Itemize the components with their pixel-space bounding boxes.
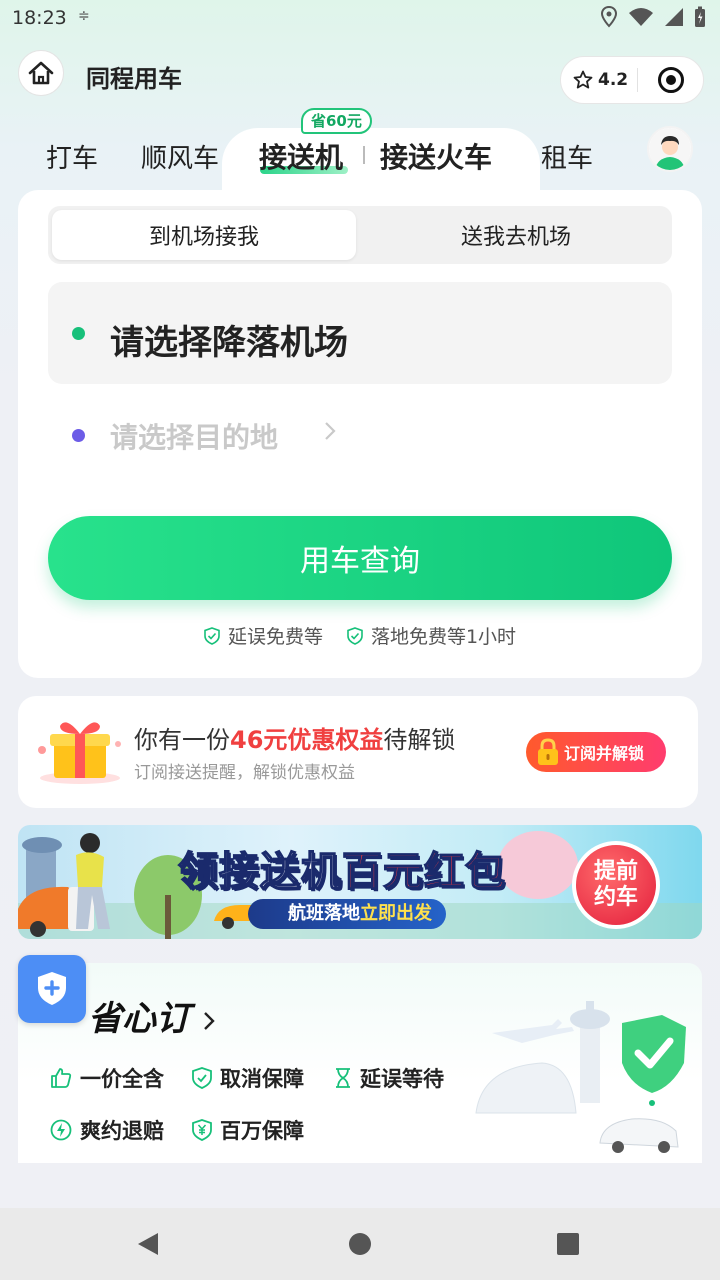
shield-yen-icon — [192, 1119, 212, 1141]
feature-item: 百万保障 — [192, 1115, 304, 1145]
worry-free-booking-card: 省心订 一价全含 取消保障 延误等待 爽约退赔 百万保障 — [18, 963, 702, 1163]
status-bar: 18:23 ≑ — [0, 0, 720, 36]
banner-strip-part1: 航班落地 — [288, 903, 360, 924]
wifi-icon — [629, 8, 653, 26]
rating-value: 4.2 — [598, 70, 629, 90]
airport-booking-card: 到机场接我 送我去机场 请选择降落机场 请选择目的地 用车查询 延误免费等 落地… — [18, 190, 702, 678]
target-icon — [657, 67, 684, 93]
perk-item: 延误免费等 — [204, 622, 323, 649]
status-time: 18:23 — [12, 7, 67, 29]
feature-label: 取消保障 — [220, 1067, 304, 1091]
shield-plus-icon — [38, 972, 66, 1005]
worry-free-title[interactable]: 省心订 — [88, 991, 216, 1040]
recents-icon[interactable] — [556, 1232, 580, 1256]
banner-title: 领接送机百元红包 — [177, 839, 506, 897]
shield-check-icon — [347, 626, 363, 645]
feature-item: 延误等待 — [334, 1063, 444, 1093]
promo-title: 你有一份46元优惠权益待解锁 — [134, 720, 455, 755]
close-miniprogram-button[interactable] — [638, 66, 703, 94]
back-icon[interactable] — [136, 1231, 160, 1257]
banner-title-part2: 百元红包 — [341, 848, 506, 896]
tab-carpool[interactable]: 顺风车 — [141, 138, 219, 175]
user-avatar-icon — [649, 128, 691, 170]
banner-strip-part2: 立即出发 — [360, 903, 432, 924]
title-bar: 同程用车 4.2 — [0, 50, 720, 110]
origin-dot — [72, 327, 85, 340]
tab-taxi[interactable]: 打车 — [46, 138, 98, 175]
chevron-right-icon — [325, 422, 336, 440]
landing-airport-prompt: 请选择降落机场 — [110, 323, 348, 363]
status-icons — [600, 6, 706, 28]
coupon-promo-card[interactable]: 你有一份46元优惠权益待解锁 订阅接送提醒，解锁优惠权益 订阅并解锁 — [18, 696, 698, 808]
feature-item: 爽约退赔 — [50, 1115, 164, 1145]
perk-label: 落地免费等1小时 — [370, 626, 517, 648]
destination-dot — [72, 429, 85, 442]
signal-icon — [665, 8, 683, 26]
segment-pickup-from-airport[interactable]: 到机场接我 — [52, 210, 356, 260]
feature-item: 取消保障 — [192, 1063, 304, 1093]
feature-label: 延误等待 — [360, 1067, 444, 1091]
direction-segmented-control: 到机场接我 送我去机场 — [48, 206, 672, 264]
segment-dropoff-to-airport[interactable]: 送我去机场 — [364, 210, 668, 260]
subscribe-unlock-button[interactable]: 订阅并解锁 — [526, 732, 666, 772]
mini-program-capsule: 4.2 — [560, 56, 704, 104]
service-perks: 延误免费等 落地免费等1小时 — [18, 622, 702, 649]
lock-icon — [538, 738, 558, 765]
airport-promo-banner[interactable]: 领接送机百元红包 航班落地立即出发 提前约车 — [18, 825, 702, 939]
perk-label: 延误免费等 — [227, 626, 323, 648]
destination-field[interactable]: 请选择目的地 — [48, 402, 672, 472]
star-icon — [573, 70, 593, 89]
destination-placeholder: 请选择目的地 — [110, 421, 279, 454]
location-icon — [600, 6, 618, 28]
lightning-icon — [50, 1119, 72, 1141]
battery-icon — [695, 6, 705, 27]
gift-box-icon — [38, 722, 121, 784]
thumbs-up-icon — [51, 1068, 72, 1088]
banner-title-part1: 领接送机 — [177, 848, 342, 896]
tab-separator — [363, 146, 365, 164]
subscribe-unlock-label: 订阅并解锁 — [564, 744, 645, 763]
banner-subtitle: 航班落地立即出发 — [248, 899, 446, 929]
shield-check-icon — [204, 626, 220, 645]
shield-check-icon — [192, 1067, 212, 1089]
rating-button[interactable]: 4.2 — [561, 70, 637, 90]
feature-label: 百万保障 — [220, 1119, 304, 1143]
home-circle-icon[interactable] — [348, 1232, 372, 1256]
discount-badge: 省60元 — [301, 108, 372, 134]
avatar[interactable] — [647, 126, 693, 172]
search-ride-button[interactable]: 用车查询 — [48, 516, 672, 600]
safety-center-button[interactable] — [18, 955, 86, 1023]
tab-train-transfer[interactable]: 接送火车 — [380, 136, 492, 176]
tab-car-rental[interactable]: 租车 — [541, 138, 593, 175]
system-navigation-bar — [0, 1208, 720, 1280]
feature-label: 爽约退赔 — [80, 1119, 164, 1143]
settings-small-icon: ≑ — [78, 8, 90, 24]
promo-title-highlight: 46元优惠权益 — [230, 726, 384, 754]
promo-title-prefix: 你有一份 — [134, 726, 230, 754]
promo-title-suffix: 待解锁 — [383, 726, 456, 754]
app-title: 同程用车 — [86, 65, 182, 93]
worry-free-title-text: 省心订 — [88, 999, 190, 1039]
perk-item: 落地免费等1小时 — [347, 622, 516, 649]
promo-subtitle: 订阅接送提醒，解锁优惠权益 — [134, 763, 355, 783]
hourglass-icon — [336, 1068, 350, 1088]
chevron-right-icon — [203, 1011, 215, 1030]
book-ahead-button[interactable]: 提前约车 — [572, 841, 660, 929]
service-tabs: 打车 顺风车 接送机 省60元 接送火车 租车 — [0, 108, 720, 200]
airport-illustration — [475, 1001, 686, 1153]
home-icon — [28, 61, 54, 85]
tab-airport-transfer[interactable]: 接送机 — [259, 136, 343, 176]
feature-item: 一价全含 — [50, 1063, 164, 1093]
landing-airport-field[interactable]: 请选择降落机场 — [48, 282, 672, 384]
feature-label: 一价全含 — [80, 1067, 164, 1091]
home-button[interactable] — [18, 50, 64, 96]
